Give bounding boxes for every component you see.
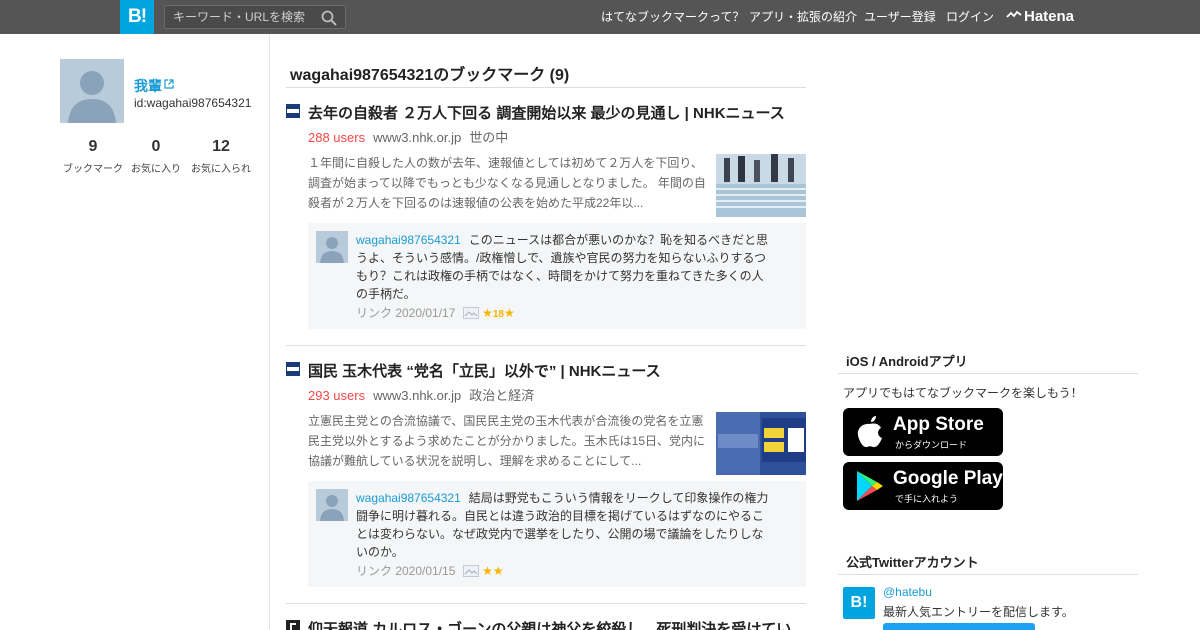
app-store-button[interactable]: App Store からダウンロード (843, 408, 1003, 456)
add-star-icon[interactable]: ★ (504, 306, 515, 320)
comment-link-date[interactable]: リンク 2020/01/15 (356, 564, 455, 578)
entry-users[interactable]: 293 users (308, 388, 365, 403)
user-silhouette-icon (316, 231, 348, 263)
profile-id: id:wagahai987654321 (134, 96, 252, 110)
comment-meta: リンク 2020/01/15 ★★ (356, 562, 504, 579)
divider (286, 87, 806, 88)
page-title: wagahai987654321のブックマーク (9) (290, 67, 570, 84)
entry-category[interactable]: 政治と経済 (469, 388, 534, 403)
profile-column: 我輩 id:wagahai987654321 9 ブックマーク 0 お気に入り … (0, 34, 270, 630)
stat-favorites-num: 0 (151, 138, 161, 155)
entry-title[interactable]: 去年の自殺者 ２万人下回る 調査開始以来 最少の見通し | NHKニュース (308, 102, 785, 123)
divider (286, 345, 806, 346)
add-star-icon[interactable]: ★ (493, 564, 504, 578)
comment-link-date[interactable]: リンク 2020/01/17 (356, 306, 455, 320)
divider (286, 603, 806, 604)
twitter-handle[interactable]: @hatebu (883, 585, 932, 599)
stat-favorites-label: お気に入り (131, 164, 181, 175)
entry-meta: 293 users www3.nhk.or.jp 政治と経済 (308, 385, 534, 404)
entry-summary: １年間に自殺した人の数が去年、速報値としては初めて２万人を下回り、調査が始まって… (308, 156, 706, 210)
image-icon[interactable] (462, 565, 479, 577)
nav-register[interactable]: ユーザー登録 (864, 0, 936, 34)
top-bar: B! はてなブックマークって？ アプリ・拡張の紹介 ユーザー登録 ログイン Ha… (0, 0, 1200, 34)
entry-thumbnail[interactable] (716, 154, 806, 217)
google-play-button[interactable]: Google Play で手に入れよう (843, 462, 1003, 510)
nav-login[interactable]: ログイン (946, 0, 994, 34)
entry-title[interactable]: 仰天報道 カルロス・ゴーンの父親は神父を絞殺し、死刑判決を受けてい (308, 618, 791, 630)
stat-bookmarks-label: ブックマーク (63, 164, 123, 175)
hatena-brand-label: Hatena (1024, 8, 1075, 25)
comment-user[interactable]: wagahai987654321 (356, 491, 461, 505)
hatebu-twitter-avatar[interactable]: B! (843, 587, 875, 619)
app-heading: iOS / Androidアプリ (846, 354, 968, 369)
apple-icon (857, 416, 882, 448)
stairs-photo-icon (716, 154, 806, 217)
party-sign-photo-icon (716, 412, 806, 475)
star-icon[interactable]: ★ (482, 564, 493, 578)
search-input[interactable] (165, 6, 315, 28)
stat-favorited[interactable]: 12 お気に入られ (186, 138, 256, 175)
comment-user[interactable]: wagahai987654321 (356, 233, 461, 247)
stat-favorited-label: お気に入られ (191, 164, 251, 175)
comment-box: wagahai987654321 このニュースは都合が悪いのかな？恥を知るべきだと… (308, 223, 806, 329)
avatar[interactable] (60, 59, 124, 123)
search-box[interactable] (164, 5, 346, 29)
comment-text: wagahai987654321 結局は野党もこういう情報をリークして印象操作の権… (356, 489, 772, 561)
profile-name[interactable]: 我輩 (134, 76, 162, 96)
site-favicon-icon (286, 620, 300, 630)
twitter-heading: 公式Twitterアカウント (846, 555, 979, 570)
google-play-sublabel: で手に入れよう (895, 494, 959, 504)
app-text: アプリでもはてなブックマークを楽しもう！ (843, 386, 1083, 400)
search-icon[interactable] (321, 10, 337, 26)
comment-avatar[interactable] (316, 489, 348, 521)
nav-apps[interactable]: アプリ・拡張の紹介 (749, 0, 857, 34)
nhk-favicon-icon (286, 104, 300, 118)
stat-bookmarks-num: 9 (88, 138, 98, 155)
entry-summary: 立憲民主党との合流協議で、国民民主党の玉木代表が合流後の党名を立憲民主党以外とす… (308, 414, 705, 468)
image-icon[interactable] (462, 307, 479, 319)
entry-meta: 288 users www3.nhk.or.jp 世の中 (308, 127, 508, 146)
entry-title[interactable]: 国民 玉木代表 “党名「立民」以外で” | NHKニュース (308, 360, 661, 381)
external-link-icon[interactable] (164, 79, 174, 89)
comment-text: wagahai987654321 このニュースは都合が悪いのかな？恥を知るべきだと… (356, 231, 772, 303)
user-silhouette-icon (316, 489, 348, 521)
sidebar-divider (838, 373, 1138, 374)
comment-avatar[interactable] (316, 231, 348, 263)
star-icon[interactable]: ★ (482, 306, 493, 320)
stat-favorites[interactable]: 0 お気に入り (121, 138, 191, 175)
google-play-icon (857, 471, 883, 501)
hatebu-logo[interactable]: B! (120, 0, 154, 34)
comment-meta: リンク 2020/01/17 ★18★ (356, 304, 515, 321)
entry-users[interactable]: 288 users (308, 130, 365, 145)
nav-about[interactable]: はてなブックマークって？ (601, 0, 744, 34)
app-store-sublabel: からダウンロード (895, 440, 968, 450)
user-silhouette-icon (60, 59, 124, 123)
twitter-desc: 最新人気エントリーを配信します。 (883, 605, 1074, 619)
entry-domain[interactable]: www3.nhk.or.jp (373, 388, 461, 403)
twitter-follow-button[interactable] (883, 623, 1035, 630)
entry-domain[interactable]: www3.nhk.or.jp (373, 130, 461, 145)
hatena-wave-icon (1006, 10, 1022, 18)
entry-thumbnail[interactable] (716, 412, 806, 475)
app-store-label: App Store (893, 414, 984, 435)
nhk-favicon-icon (286, 362, 300, 376)
comment-box: wagahai987654321 結局は野党もこういう情報をリークして印象操作の権… (308, 481, 806, 587)
entry-category[interactable]: 世の中 (469, 130, 508, 145)
sidebar-divider (838, 574, 1138, 575)
star-count: 18 (492, 309, 504, 320)
stat-favorited-num: 12 (212, 138, 230, 155)
stat-bookmarks[interactable]: 9 ブックマーク (58, 138, 128, 175)
google-play-label: Google Play (893, 468, 1003, 489)
